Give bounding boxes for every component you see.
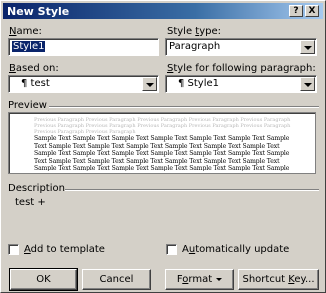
chevron-down-icon[interactable] <box>300 40 315 54</box>
format-button[interactable]: Format <box>165 269 234 290</box>
shortcut-key-button[interactable]: Shortcut Key... <box>238 269 319 290</box>
chevron-down-icon[interactable] <box>142 77 157 91</box>
name-label: Name: <box>9 26 42 37</box>
style-type-value: Paragraph <box>169 41 221 52</box>
preview-box: Previous Paragraph Previous Paragraph Pr… <box>8 112 316 174</box>
new-style-dialog: New Style ? X Name: Style1 Style type: P… <box>0 0 326 293</box>
description-value: test + <box>15 197 46 208</box>
name-value: Style1 <box>12 41 46 52</box>
add-to-template-checkbox[interactable] <box>8 244 19 255</box>
following-style-select[interactable]: ¶ Style1 <box>165 75 317 93</box>
style-type-select[interactable]: Paragraph <box>165 38 317 56</box>
based-on-value: ¶ test <box>21 78 50 89</box>
cancel-button[interactable]: Cancel <box>82 269 151 290</box>
name-input[interactable]: Style1 <box>8 38 159 56</box>
description-label: Description <box>8 183 65 194</box>
preview-divider <box>49 106 319 108</box>
style-type-label: Style type: <box>167 26 222 37</box>
title-bar[interactable]: New Style ? X <box>3 3 323 19</box>
close-button[interactable]: X <box>305 5 319 17</box>
preview-sample-text: Sample Text Sample Text Sample Text Samp… <box>34 135 290 171</box>
add-to-template-label[interactable]: Add to template <box>24 244 105 255</box>
ok-button[interactable]: OK <box>9 268 78 291</box>
automatically-update-label[interactable]: Automatically update <box>182 244 289 255</box>
based-on-label: Based on: <box>9 63 59 74</box>
caret-down-icon <box>216 277 223 281</box>
description-divider <box>65 189 319 191</box>
automatically-update-checkbox[interactable] <box>166 244 177 255</box>
based-on-select[interactable]: ¶ test <box>8 75 159 93</box>
chevron-down-icon[interactable] <box>300 77 315 91</box>
following-style-value: ¶ Style1 <box>178 78 220 89</box>
help-button[interactable]: ? <box>289 5 303 17</box>
preview-label: Preview <box>8 100 47 111</box>
preview-previous-paragraph: Previous Paragraph Previous Paragraph Pr… <box>34 117 291 135</box>
following-style-label: Style for following paragraph: <box>167 63 316 74</box>
window-title: New Style <box>7 5 70 18</box>
preview-content: Previous Paragraph Previous Paragraph Pr… <box>34 117 296 171</box>
